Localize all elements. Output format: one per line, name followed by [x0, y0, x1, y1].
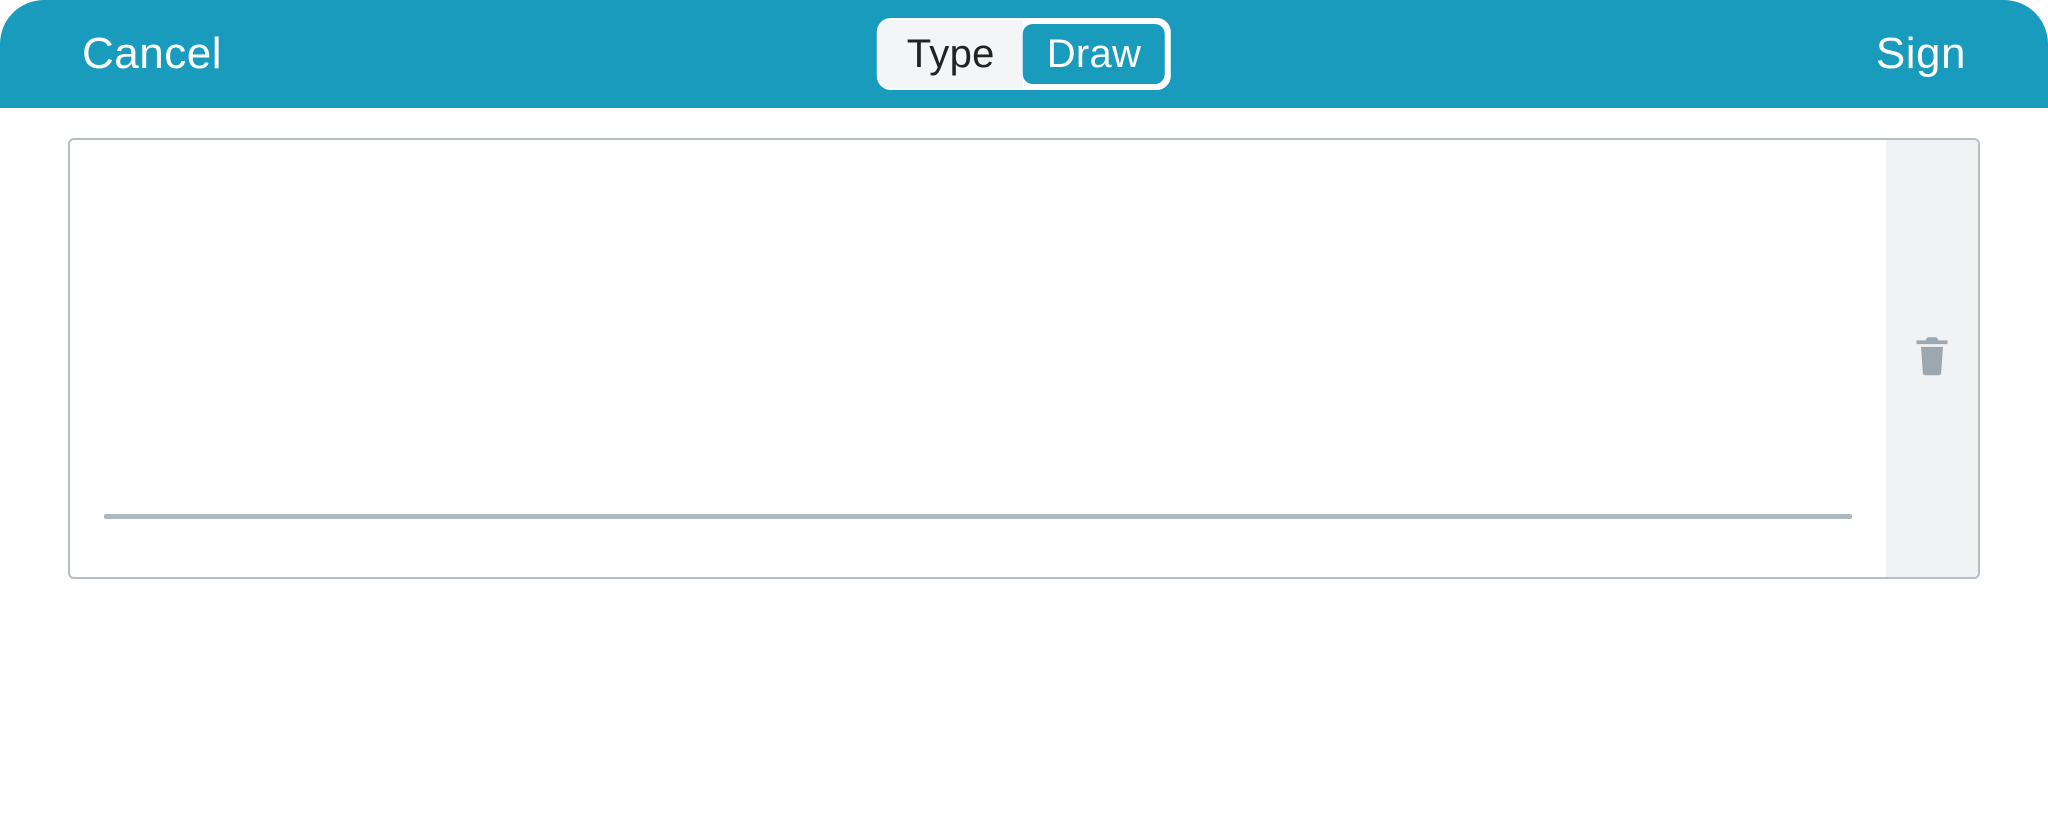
signature-header: Cancel Type Draw Sign — [0, 0, 2048, 108]
signature-draw-area[interactable] — [70, 140, 1886, 577]
cancel-button[interactable]: Cancel — [82, 29, 222, 79]
signature-box — [68, 138, 1980, 579]
content-area — [0, 108, 2048, 609]
trash-icon — [1910, 332, 1954, 385]
segment-type[interactable]: Type — [879, 20, 1023, 88]
clear-signature-button[interactable] — [1886, 140, 1978, 577]
segment-draw[interactable]: Draw — [1023, 24, 1166, 84]
sign-button[interactable]: Sign — [1876, 29, 1966, 79]
mode-segment-control: Type Draw — [877, 18, 1171, 90]
signature-baseline — [104, 514, 1852, 519]
